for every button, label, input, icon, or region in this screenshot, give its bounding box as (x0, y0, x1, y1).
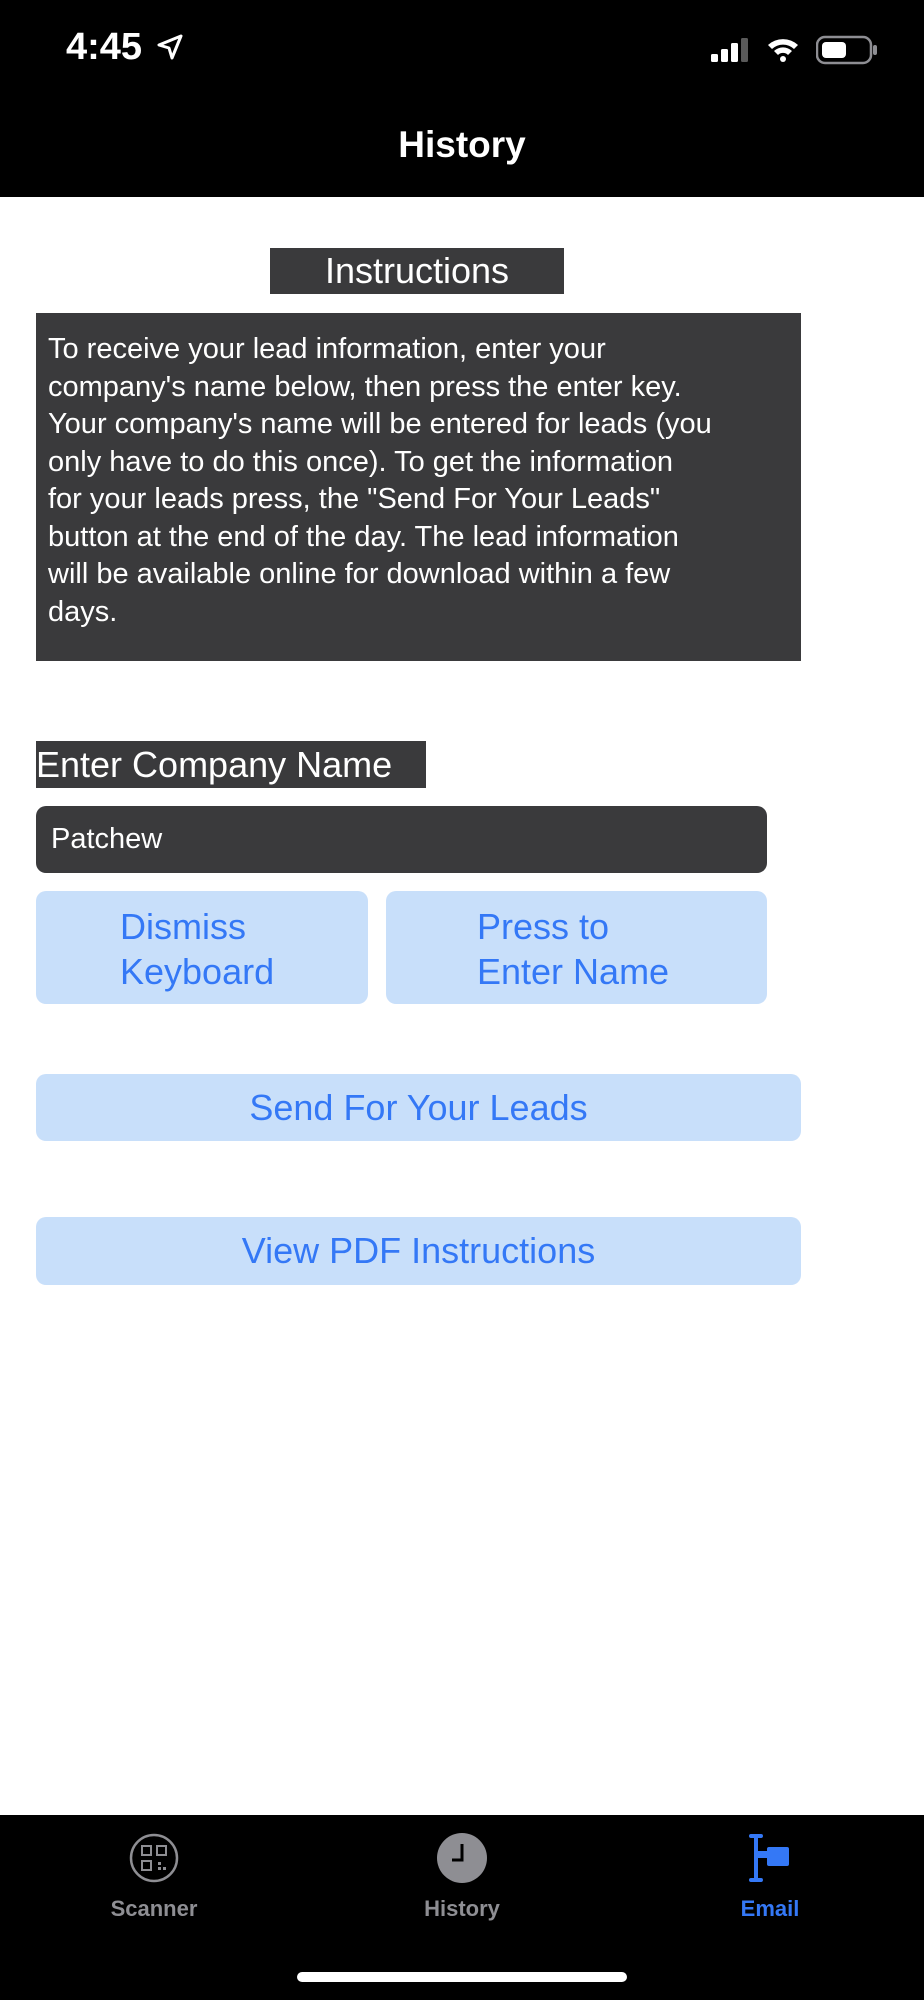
wifi-icon (768, 39, 798, 62)
tab-scanner-label: Scanner (110, 1896, 198, 1921)
cellular-signal-icon (711, 38, 748, 62)
enter-name-button[interactable]: Press to Enter Name (386, 891, 767, 1004)
view-pdf-instructions-button[interactable]: View PDF Instructions (36, 1217, 801, 1285)
tab-scanner[interactable]: Scanner (0, 1815, 308, 1935)
home-indicator (297, 1972, 627, 1982)
company-name-label: Enter Company Name (36, 741, 426, 788)
email-flag-icon (749, 1834, 789, 1882)
dismiss-keyboard-button[interactable]: Dismiss Keyboard (36, 891, 368, 1004)
instructions-box: To receive your lead information, enter … (36, 313, 801, 661)
tab-email[interactable]: Email (616, 1815, 924, 1935)
location-arrow-icon (157, 34, 183, 60)
dismiss-keyboard-label-line-1: Dismiss (120, 906, 246, 947)
instructions-text: To receive your lead information, enter … (48, 333, 712, 628)
company-name-input[interactable] (36, 806, 767, 873)
qr-scanner-icon (129, 1833, 179, 1883)
status-time: 4:45 (66, 26, 143, 68)
clock-icon (437, 1833, 487, 1883)
navigation-bar: History (0, 100, 924, 197)
page-title: History (398, 124, 526, 165)
enter-name-label-line-1: Press to (477, 906, 610, 947)
tab-history-label: History (424, 1896, 500, 1921)
enter-name-label-line-2: Enter Name (477, 951, 670, 992)
tab-bar: Scanner History Email (0, 1815, 924, 2000)
dismiss-keyboard-label-line-2: Keyboard (120, 951, 275, 992)
tab-email-label: Email (740, 1896, 800, 1921)
battery-icon (816, 35, 877, 65)
instructions-heading: Instructions (270, 248, 564, 294)
tab-history[interactable]: History (308, 1815, 616, 1935)
status-bar: 4:45 (0, 0, 924, 100)
send-for-leads-button[interactable]: Send For Your Leads (36, 1074, 801, 1141)
